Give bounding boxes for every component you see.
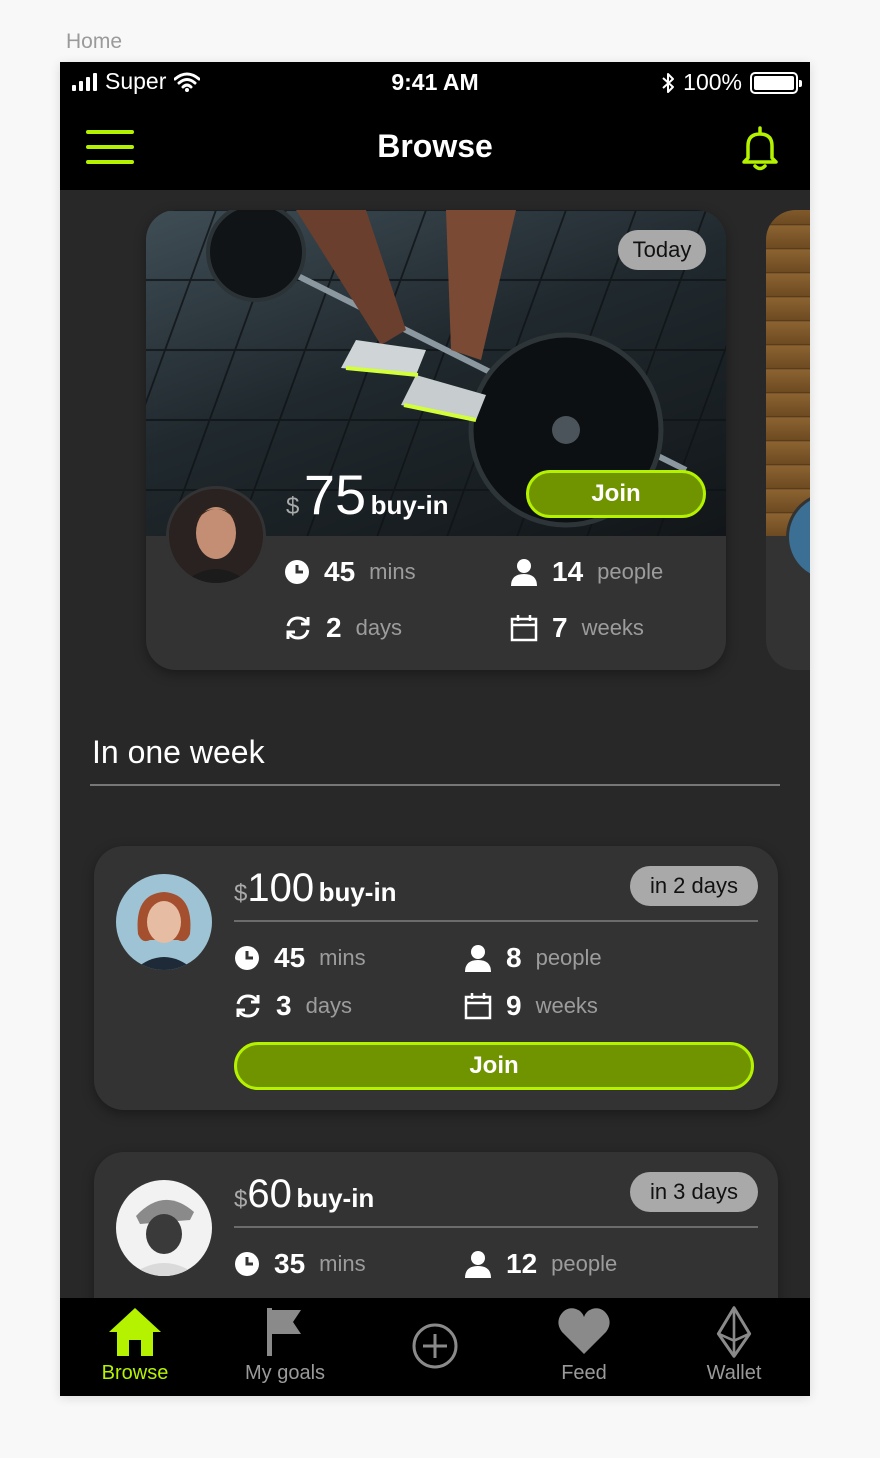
people-value: 8 [506, 942, 522, 973]
join-button[interactable]: Join [234, 1042, 754, 1090]
add-circle-icon [412, 1323, 458, 1369]
currency-symbol: $ [234, 880, 248, 907]
artboard-label: Home [66, 30, 123, 53]
people-value: 14 [552, 556, 584, 587]
start-badge: in 2 days [629, 866, 758, 906]
duration-stat: 45 mins [284, 556, 416, 588]
buy-in-amount: 60 [247, 1172, 292, 1216]
nav-bar: Browse [60, 102, 810, 190]
card-divider [234, 920, 758, 922]
bluetooth-icon [662, 72, 675, 93]
length-value: 9 [506, 990, 522, 1021]
duration-stat: 35 mins [234, 1248, 366, 1280]
next-goal-card-peek[interactable] [766, 210, 810, 670]
tab-label: Wallet [706, 1362, 762, 1384]
battery-icon [750, 71, 802, 94]
person-icon [465, 945, 491, 972]
avatar [116, 1180, 212, 1276]
buy-in-amount: 100 [247, 866, 315, 910]
goal-card[interactable]: $100 buy-in in 2 days 45 mins 8 people 3… [94, 846, 778, 1110]
duration-value: 45 [324, 556, 356, 587]
tab-bar: Browse My goals Feed Wallet [60, 1298, 810, 1396]
heart-icon [558, 1308, 610, 1354]
people-stat: 12 people [464, 1248, 617, 1280]
section-title: In one week [92, 734, 265, 770]
avatar [166, 486, 266, 586]
people-value: 12 [506, 1248, 538, 1279]
flag-icon [267, 1308, 301, 1356]
tab-wallet[interactable]: Wallet [659, 1306, 809, 1385]
clock-icon [235, 1252, 259, 1276]
ethereum-icon [716, 1306, 752, 1358]
people-unit: people [551, 1251, 618, 1276]
people-stat: 8 people [464, 942, 602, 974]
buy-in-amount: 75 [303, 463, 367, 526]
length-unit: weeks [535, 993, 598, 1018]
tab-browse[interactable]: Browse [60, 1306, 210, 1385]
tab-label: Browse [101, 1362, 169, 1384]
currency-symbol: $ [234, 1186, 248, 1213]
duration-stat: 45 mins [234, 942, 366, 974]
buy-in-label: buy-in [296, 1183, 375, 1213]
featured-price: $ 75 buy-in [286, 462, 449, 527]
buy-in-label: buy-in [318, 877, 397, 907]
featured-goal-card[interactable]: Today $ 75 buy-in Join 45 mins 14 people… [146, 210, 726, 670]
card-price: $100 buy-in [234, 866, 397, 911]
tab-label: My goals [244, 1362, 326, 1384]
calendar-icon [510, 615, 538, 642]
avatar [116, 874, 212, 970]
duration-unit: mins [369, 559, 416, 584]
people-stat: 14 people [510, 556, 663, 588]
length-value: 7 [552, 612, 568, 643]
start-badge: in 3 days [629, 1172, 758, 1212]
clock-icon [235, 946, 259, 970]
frequency-unit: days [355, 615, 403, 640]
phone-screen: Super 9:41 AM 100% Browse Today $ 75 buy… [60, 62, 810, 1396]
clock-icon [285, 560, 309, 584]
frequency-value: 2 [326, 612, 342, 643]
length-unit: weeks [581, 615, 644, 640]
length-stat: 9 weeks [464, 990, 598, 1022]
bell-icon[interactable] [736, 124, 784, 172]
duration-unit: mins [319, 1251, 366, 1276]
battery-percent: 100% [683, 69, 742, 95]
workout-photo: Today $ 75 buy-in Join [146, 210, 726, 536]
duration-unit: mins [319, 945, 366, 970]
people-unit: people [535, 945, 602, 970]
length-stat: 7 weeks [510, 612, 644, 644]
duration-value: 35 [274, 1248, 306, 1279]
frequency-stat: 2 days [284, 612, 402, 644]
calendar-icon [464, 993, 492, 1020]
today-badge: Today [618, 230, 706, 270]
frequency-value: 3 [276, 990, 292, 1021]
status-bar: Super 9:41 AM 100% [60, 62, 810, 102]
frequency-unit: days [305, 993, 353, 1018]
person-icon [511, 559, 537, 586]
repeat-icon [286, 616, 310, 640]
person-icon [465, 1251, 491, 1278]
brick-wall-photo [766, 210, 810, 536]
tab-add[interactable] [360, 1322, 510, 1374]
people-unit: people [597, 559, 664, 584]
page-title: Browse [377, 128, 493, 164]
currency-symbol: $ [286, 493, 300, 520]
tab-feed[interactable]: Feed [509, 1306, 659, 1385]
card-divider [234, 1226, 758, 1228]
join-button[interactable]: Join [526, 470, 706, 518]
tab-label: Feed [561, 1362, 607, 1384]
home-icon [109, 1308, 161, 1356]
buy-in-label: buy-in [370, 490, 449, 520]
tab-my-goals[interactable]: My goals [210, 1306, 360, 1385]
card-price: $60 buy-in [234, 1172, 374, 1217]
repeat-icon [236, 994, 260, 1018]
duration-value: 45 [274, 942, 306, 973]
frequency-stat: 3 days [234, 990, 352, 1022]
section-divider [90, 784, 780, 786]
